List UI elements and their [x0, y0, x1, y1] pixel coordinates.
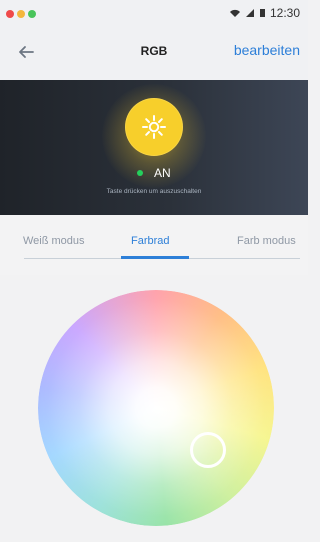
tab-color-wheel[interactable]: Farbrad	[131, 235, 170, 247]
color-selector-icon[interactable]	[190, 432, 226, 468]
device-panel: AN Taste drücken um auszuschalten	[0, 80, 308, 215]
sun-icon	[142, 115, 166, 139]
color-wheel-center	[38, 290, 274, 526]
device-state: AN	[0, 166, 308, 180]
tab-color-mode[interactable]: Farb modus	[237, 235, 296, 247]
signal-icon	[245, 9, 254, 17]
status-time: 12:30	[269, 6, 300, 20]
tab-white-mode[interactable]: Weiß modus	[23, 235, 85, 247]
status-right: 12:30	[229, 6, 300, 20]
window-dot-red	[6, 10, 14, 18]
mode-tabs: Weiß modus Farbrad Farb modus	[0, 215, 308, 275]
battery-icon	[259, 9, 265, 17]
window-dot-yellow	[17, 10, 25, 18]
status-bar: 12:30	[0, 0, 308, 28]
edit-button[interactable]: bearbeiten	[234, 42, 300, 58]
window-controls	[6, 10, 36, 18]
power-button[interactable]	[125, 98, 183, 156]
window-dot-green	[28, 10, 36, 18]
wifi-icon	[229, 9, 240, 17]
active-tab-indicator	[121, 256, 189, 259]
state-indicator	[137, 169, 144, 176]
color-wheel[interactable]	[38, 290, 274, 526]
state-label: AN	[154, 166, 171, 180]
top-app-bar: RGB bearbeiten	[0, 28, 308, 81]
power-hint: Taste drücken um auszuschalten	[106, 188, 202, 195]
